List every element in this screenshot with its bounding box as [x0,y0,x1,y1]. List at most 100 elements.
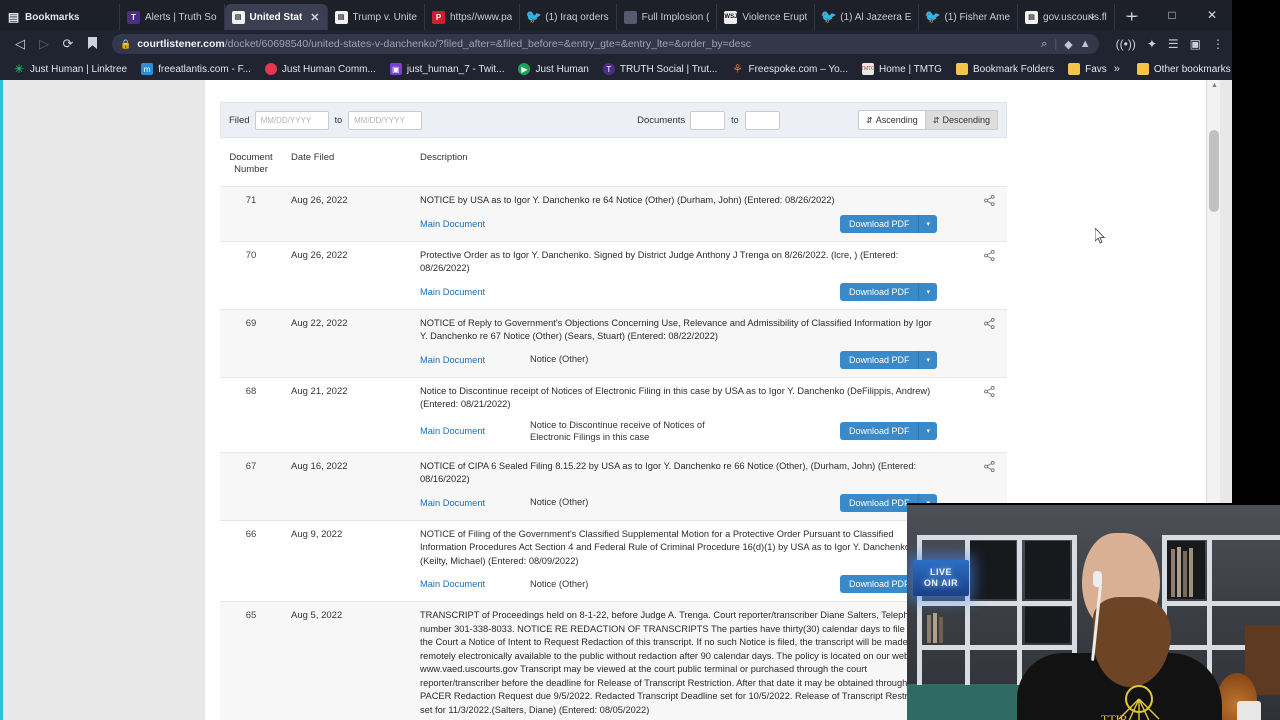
bookmark-item-8[interactable]: Bookmark Folders [949,63,1061,75]
chevron-down-icon[interactable]: ▾ [918,282,937,301]
bookmark-item-9[interactable]: Favs [1061,63,1114,75]
entry-number[interactable]: 65 [220,609,282,720]
folder-icon [1068,63,1081,75]
download-pdf-button[interactable]: Download PDF ▾ [839,350,937,369]
browser-tab-8[interactable]: 🐦 (1) Al Jazeera E [815,4,920,30]
cup [1237,701,1261,720]
browser-tab-9[interactable]: 🐦 (1) Fisher Ame [919,4,1019,30]
download-pdf-button[interactable]: Download PDF ▾ [839,422,937,440]
sort-descending-button[interactable]: ⇵ Descending [925,110,998,130]
brave-shield-icon[interactable]: ◆ [1064,38,1072,51]
maximize-button[interactable]: □ [1152,0,1192,30]
bookmark-item-6[interactable]: ⚘ Freespoke.com – Yo... [724,62,855,76]
entry-document-line: Main DocumentNotice (Other) Download PDF ▾ [420,350,937,369]
browser-tab-0[interactable]: ▤ Bookmarks [0,4,120,30]
twitter-icon: 🐦 [525,9,542,24]
toolbar-icon-group: ((•)) ✦ ☰ ▣ ⋮ [1107,37,1224,51]
browser-tab-6[interactable]: Full Implosion ( [617,4,718,30]
mouse-cursor [1095,228,1106,244]
browser-tab-5[interactable]: 🐦 (1) Iraq orders [520,4,617,30]
reading-list-icon[interactable]: ☰ [1168,37,1179,51]
other-bookmarks-button[interactable]: Other bookmarks [1130,63,1238,75]
browser-tab-1[interactable]: T Alerts | Truth So [120,4,225,30]
profile-icon[interactable]: ▣ [1190,37,1201,51]
extensions-icon[interactable]: ✦ [1147,37,1157,51]
scrollbar-thumb[interactable] [1209,130,1219,212]
bookmark-item-5[interactable]: T TRUTH Social | Trut... [596,63,725,75]
documents-to-input[interactable] [744,110,780,130]
sort-ascending-button[interactable]: ⇵ Ascending [858,110,926,130]
entry-number[interactable]: 69 [220,317,282,369]
book [927,615,931,643]
main-document-link[interactable]: Main Document [420,219,530,229]
bookmark-item-2[interactable]: Just Human Comm... [258,63,383,75]
share-icon[interactable] [984,317,995,332]
bookmarks-overflow-button[interactable]: » [1114,63,1120,75]
browser-tab-3[interactable]: ▤ Trump v. Unite [328,4,425,30]
brave-rewards-icon[interactable]: ▲ [1080,38,1091,50]
entry-number[interactable]: 66 [220,528,282,594]
docket-entry-row: 71 Aug 26, 2022 NOTICE by USA as to Igor Y… [220,186,1007,241]
book [1183,551,1187,597]
bookmark-item-3[interactable]: ▣ just_human_7 - Twit... [383,63,512,75]
entry-date-filed: Aug 26, 2022 [291,249,348,261]
browser-tab-2[interactable]: ▤ United Stat ✕ [224,4,328,30]
close-button[interactable]: ✕ [1192,0,1232,30]
share-icon[interactable] [984,194,995,209]
minimize-button[interactable]: — [1112,0,1152,30]
bookmarks-overflow-group: » Other bookmarks [1114,63,1244,75]
download-pdf-button[interactable]: Download PDF ▾ [839,282,937,301]
chevron-down-icon[interactable]: ▾ [918,350,937,369]
chevron-down-icon[interactable]: ▾ [918,214,937,233]
filed-before-input[interactable]: MM/DD/YYYY [348,110,423,130]
search-icon[interactable]: ⌕ [1041,38,1047,51]
bookmark-item-7[interactable]: TMTG Home | TMTG [855,63,949,75]
table-body: 71 Aug 26, 2022 NOTICE by USA as to Igor Y… [220,186,1007,720]
bookmark-item-1[interactable]: m freeatlantis.com - F... [134,63,258,75]
entry-number[interactable]: 70 [220,249,282,301]
collapse-button[interactable]: ⌄ [1072,0,1112,30]
browser-tab-7[interactable]: WSJ Violence Erupt [717,4,816,30]
tab-title: Alerts | Truth So [145,11,217,23]
browser-toolbar: ◁ ▷ ⟳ 🔒 courtlistener.com/docket/6069854… [0,30,1232,58]
entry-number[interactable]: 71 [220,194,282,233]
shirt-logo: TTIR [1101,685,1160,720]
download-pdf-button[interactable]: Download PDF ▾ [839,214,937,233]
bookmark-item-0[interactable]: ✳ Just Human | Linktree [6,62,134,76]
scroll-up-arrow[interactable]: ▲ [1210,82,1219,89]
main-document-link[interactable]: Main Document [420,498,530,508]
cast-icon[interactable]: ((•)) [1116,37,1136,51]
pacer-icon: P [431,10,445,24]
truth-social-icon: T [602,63,615,75]
generic-page-icon [623,10,637,24]
menu-icon[interactable]: ⋮ [1212,37,1224,51]
entry-number[interactable]: 67 [220,460,282,512]
back-icon[interactable]: ◁ [8,36,32,52]
browser-tab-4[interactable]: Phttps//www.pa [425,4,521,30]
bookmark-item-4[interactable]: ▶ Just Human [511,63,595,75]
tab-close-icon[interactable]: ✕ [310,11,319,24]
share-icon[interactable] [984,460,995,475]
chevron-down-icon[interactable]: ▾ [918,422,937,440]
docket-entries-table: Document Number Date Filed Description 7… [220,146,1007,720]
main-document-link[interactable]: Main Document [420,426,530,436]
entry-date-filed: Aug 21, 2022 [291,385,348,397]
entry-description-text: Protective Order as to Igor Y. Danchenko… [420,249,899,274]
main-document-link[interactable]: Main Document [420,287,530,297]
linktree-icon: ✳ [13,62,25,76]
wsj-icon: WSJ [724,10,737,24]
bookmark-icon[interactable] [80,36,104,52]
share-icon[interactable] [984,249,995,264]
filed-after-input[interactable]: MM/DD/YYYY [254,110,329,130]
main-document-link[interactable]: Main Document [420,355,530,365]
reload-icon[interactable]: ⟳ [56,36,80,52]
forward-icon[interactable]: ▷ [32,36,56,52]
entry-number[interactable]: 68 [220,385,282,444]
address-bar[interactable]: 🔒 courtlistener.com/docket/60698540/unit… [112,34,1099,54]
table-header-row: Document Number Date Filed Description [220,146,1007,186]
documents-from-input[interactable] [690,110,726,130]
shelf-cubby [970,541,1016,599]
freespoke-icon: ⚘ [732,62,743,76]
share-icon[interactable] [984,385,995,400]
main-document-link[interactable]: Main Document [420,579,530,589]
